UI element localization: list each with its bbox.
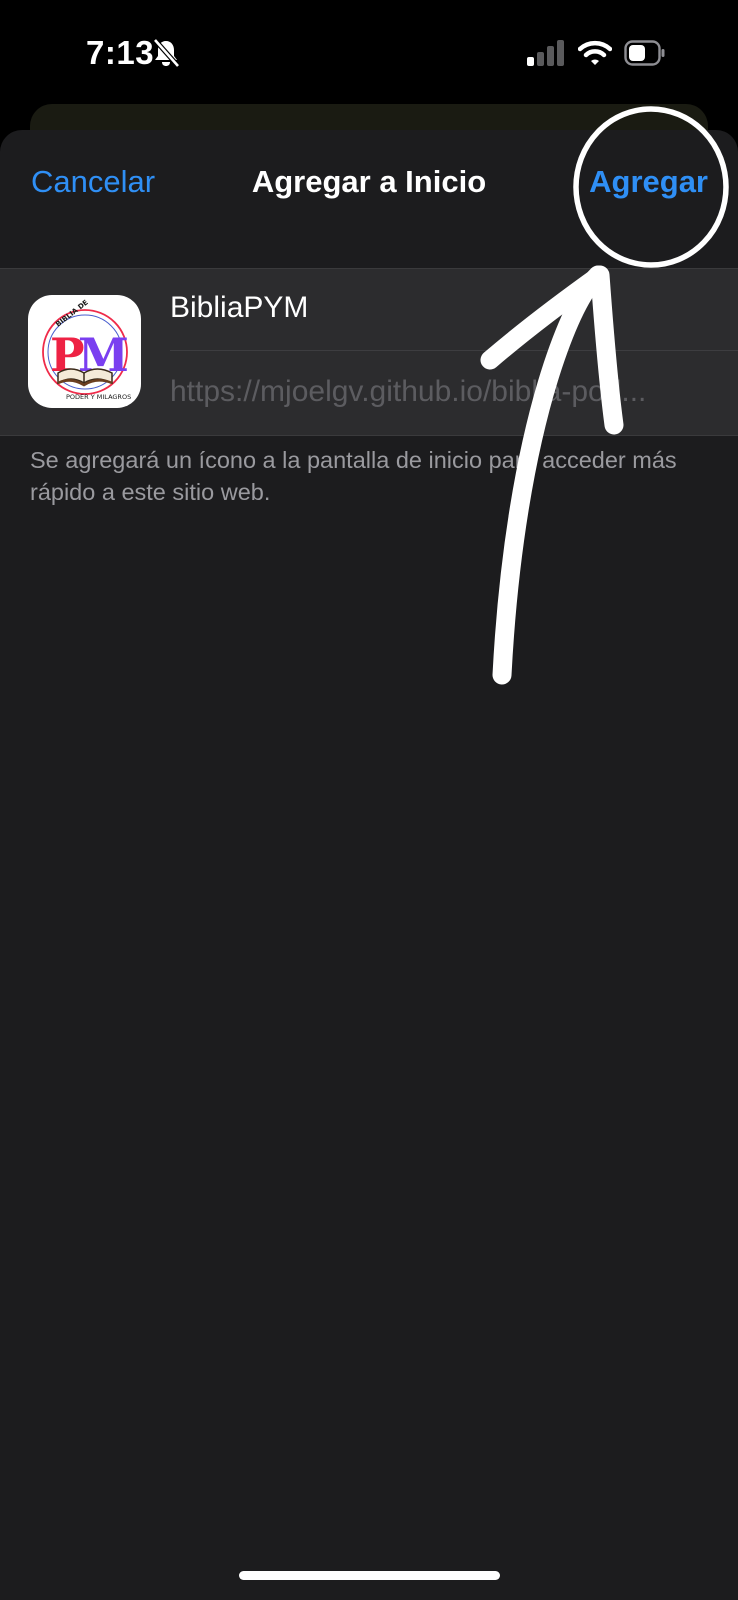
battery-icon xyxy=(624,40,666,71)
app-preview-card: BIBLIA DE PODER Y MILAGROS P M BibliaPYM… xyxy=(0,268,738,436)
icon-ring-top: BIBLIA DE xyxy=(54,298,90,328)
add-button[interactable]: Agregar xyxy=(589,164,708,200)
bell-slash-icon xyxy=(152,38,180,73)
status-time: 7:13 xyxy=(86,34,155,71)
card-divider xyxy=(170,350,738,351)
cellular-signal-icon xyxy=(527,40,567,71)
app-icon: BIBLIA DE PODER Y MILAGROS P M xyxy=(28,295,141,408)
status-bar: 7:13 xyxy=(0,0,738,100)
wifi-icon xyxy=(577,40,613,71)
home-indicator[interactable] xyxy=(239,1571,500,1580)
app-name-field[interactable]: BibliaPYM xyxy=(170,291,730,325)
icon-ring-bottom: PODER Y MILAGROS xyxy=(66,393,131,401)
footnote-text: Se agregará un ícono a la pantalla de in… xyxy=(30,447,677,505)
url-field: https://mjoelgv.github.io/biblia-pod... xyxy=(170,375,647,408)
